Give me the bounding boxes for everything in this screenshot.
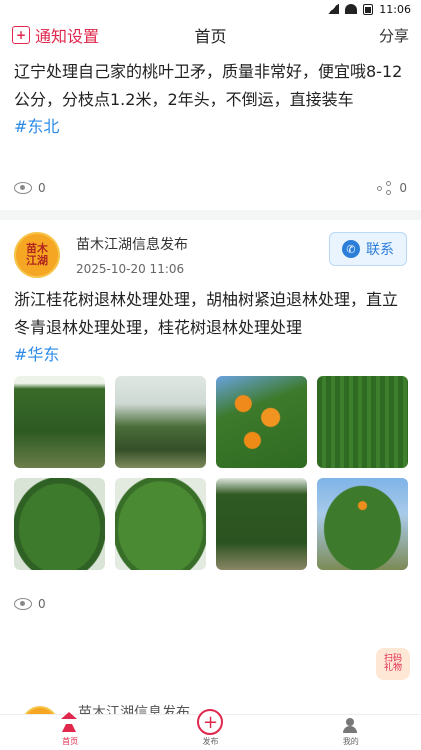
tab-publish[interactable]: + 发布 [170, 709, 250, 747]
plus-circle-icon: + [197, 709, 224, 735]
author-name[interactable]: 苗木江湖信息发布 [76, 234, 188, 254]
photo-thumbnail[interactable] [14, 376, 105, 468]
wifi-icon [345, 4, 358, 14]
share-button[interactable]: 分享 [379, 25, 409, 46]
tab-me-label: 我的 [342, 737, 359, 746]
image-grid [0, 368, 421, 570]
photo-thumbnail[interactable] [115, 376, 206, 468]
shares-count: 0 [399, 181, 407, 195]
clock: 11:06 [379, 2, 411, 16]
photo-thumbnail[interactable] [317, 376, 408, 468]
tab-home[interactable]: 首页 [30, 712, 110, 747]
post-tag[interactable]: #东北 [0, 114, 421, 140]
plus-square-icon: + [12, 26, 30, 44]
post-metrics: 0 [0, 592, 421, 616]
signal-icon [327, 4, 340, 14]
eye-icon [14, 598, 32, 610]
eye-icon [14, 182, 32, 194]
notify-settings-button[interactable]: + 通知设置 [12, 23, 99, 47]
views-metric: 0 [14, 597, 46, 611]
share-icon [377, 181, 393, 195]
avatar[interactable]: 苗木 江湖 [14, 232, 60, 278]
feed: 辽宁处理自己家的桃叶卫矛，质量非常好，便宜哦8-12公分，分枝点1.2米，2年头… [0, 58, 421, 616]
post-metrics: 0 0 [0, 176, 421, 200]
contact-button[interactable]: ✆ 联系 [329, 232, 407, 266]
page-title: 首页 [194, 27, 227, 46]
photo-thumbnail[interactable] [115, 478, 206, 570]
tab-home-label: 首页 [62, 737, 79, 746]
post-tag[interactable]: #华东 [0, 342, 421, 368]
views-count: 0 [38, 597, 46, 611]
photo-thumbnail[interactable] [14, 478, 105, 570]
share-metric[interactable]: 0 [377, 181, 407, 195]
views-metric: 0 [14, 181, 46, 195]
bottom-tab-bar: 首页 + 发布 我的 [0, 709, 421, 750]
post-divider [0, 210, 421, 220]
status-bar: 11:06 [0, 0, 421, 18]
photo-thumbnail[interactable] [216, 478, 307, 570]
phone-icon: ✆ [342, 240, 360, 258]
post-date: 2025-10-20 11:06 [76, 262, 185, 276]
tab-me[interactable]: 我的 [311, 718, 391, 747]
photo-thumbnail[interactable] [216, 376, 307, 468]
views-count: 0 [38, 181, 46, 195]
gift-scan-button[interactable]: 扫码 礼物 [376, 648, 410, 680]
photo-thumbnail[interactable] [317, 478, 408, 570]
battery-icon [363, 3, 374, 15]
contact-label: 联系 [366, 242, 394, 258]
post-meta: 苗木江湖信息发布 2025-10-20 11:06 [76, 234, 188, 276]
notify-settings-label: 通知设置 [35, 27, 100, 46]
post-text: 辽宁处理自己家的桃叶卫矛，质量非常好，便宜哦8-12公分，分枝点1.2米，2年头… [14, 62, 403, 109]
tab-publish-label: 发布 [202, 737, 219, 746]
post-header: 苗木 江湖 苗木江湖信息发布 2025-10-20 11:06 ✆ 联系 [0, 220, 421, 286]
home-icon [61, 712, 78, 734]
post-card[interactable]: 辽宁处理自己家的桃叶卫矛，质量非常好，便宜哦8-12公分，分枝点1.2米，2年头… [0, 58, 421, 200]
user-icon [342, 718, 359, 734]
post-card[interactable]: 苗木 江湖 苗木江湖信息发布 2025-10-20 11:06 ✆ 联系 浙江桂花… [0, 220, 421, 616]
post-text: 浙江桂花树退林处理处理，胡柚树紧迫退林处理，直立冬青退林处理处理，桂花树退林处理… [14, 290, 399, 337]
top-bar: + 通知设置 首页 分享 [0, 18, 421, 52]
